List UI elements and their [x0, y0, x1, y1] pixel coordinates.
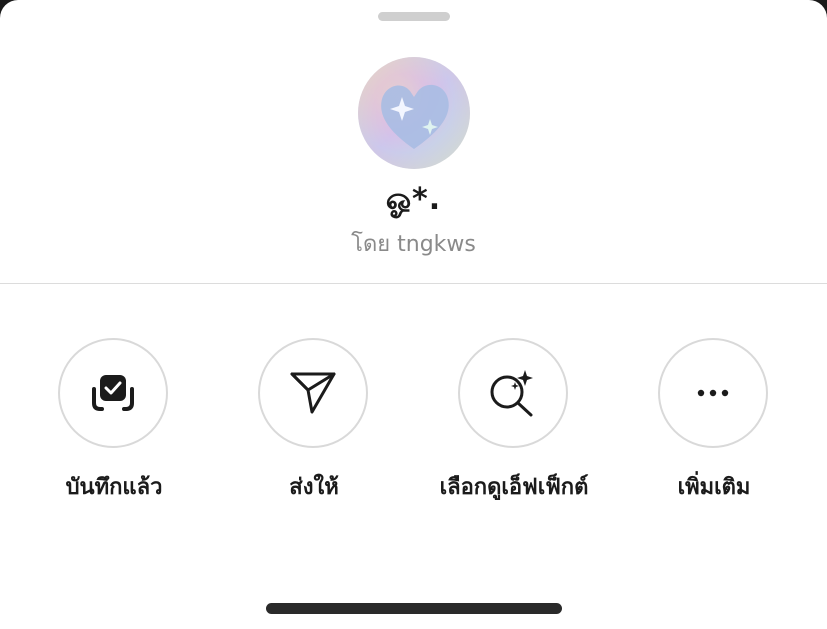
more-icon	[697, 389, 729, 397]
browse-effects-circle[interactable]	[458, 338, 568, 448]
saved-button[interactable]: บันทึกแล้ว	[14, 338, 214, 508]
browse-effects-icon	[490, 370, 533, 417]
send-button[interactable]: ส่งให้	[214, 338, 414, 508]
browse-effects-label: เลือกดูเอ็ฟเฟ็กต์	[439, 475, 589, 500]
sheet-grabber[interactable]	[378, 12, 450, 21]
send-circle[interactable]	[258, 338, 368, 448]
home-indicator[interactable]	[266, 603, 562, 614]
effect-avatar	[358, 57, 470, 169]
more-button[interactable]: เพิ่มเติม	[614, 338, 814, 508]
more-label: เพิ่มเติม	[677, 475, 751, 500]
send-icon	[290, 372, 336, 414]
browse-effects-button[interactable]: เลือกดูเอ็ฟเฟ็กต์	[414, 338, 614, 508]
saved-label: บันทึกแล้ว	[65, 475, 163, 500]
send-label: ส่งให้	[289, 475, 339, 500]
effect-name: ஓ*.	[385, 182, 442, 217]
more-circle[interactable]	[658, 338, 768, 448]
divider	[0, 283, 827, 284]
saved-circle[interactable]	[58, 338, 168, 448]
bottom-sheet: ஓ*. โดย tngkws บันทึกแล้ว ส่งให้ เลือกดู…	[0, 0, 827, 629]
effect-byline[interactable]: โดย tngkws	[0, 229, 827, 261]
heart-sparkle-image	[358, 57, 470, 169]
saved-check-icon	[92, 375, 134, 411]
